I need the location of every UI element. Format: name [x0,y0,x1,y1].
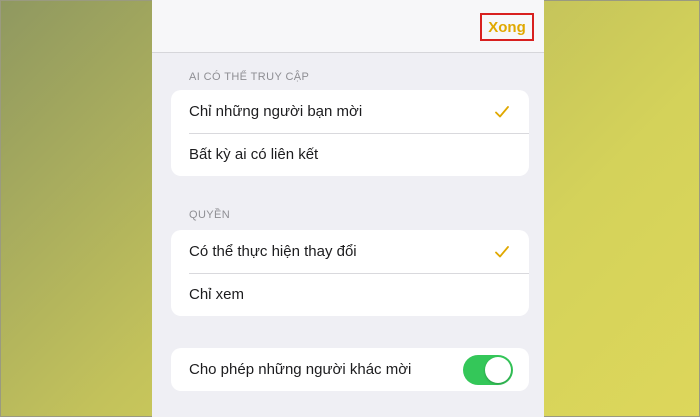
permission-option-view-only[interactable]: Chỉ xem [171,273,529,316]
permissions-options-group: Có thể thực hiện thay đổi Chỉ xem [171,230,529,316]
invite-setting-group: Cho phép những người khác mời [171,348,529,391]
permission-option-label: Có thể thực hiện thay đổi [189,243,357,260]
checkmark-icon [495,105,509,117]
share-options-sheet: Xong AI CÓ THỂ TRUY CẬP Chỉ những người … [152,0,544,417]
toggle-knob [485,356,511,383]
allow-others-to-invite-toggle[interactable] [463,354,513,385]
allow-others-to-invite-row: Cho phép những người khác mời [171,348,529,391]
access-options-group: Chỉ những người bạn mời Bất kỳ ai có liê… [171,90,529,176]
permissions-section-header: QUYỀN [189,209,231,221]
permission-option-label: Chỉ xem [189,286,245,303]
navigation-bar: Xong [152,0,544,53]
permission-option-can-edit[interactable]: Có thể thực hiện thay đổi [171,230,529,273]
access-option-label: Bất kỳ ai có liên kết [189,146,319,163]
access-section-header: AI CÓ THỂ TRUY CẬP [189,71,310,83]
checkmark-icon [495,245,509,257]
done-button[interactable]: Xong [480,13,534,41]
access-option-anyone-with-link[interactable]: Bất kỳ ai có liên kết [171,133,529,176]
allow-others-to-invite-label: Cho phép những người khác mời [189,361,412,378]
access-option-invited-only[interactable]: Chỉ những người bạn mời [171,90,529,133]
access-option-label: Chỉ những người bạn mời [189,103,363,120]
